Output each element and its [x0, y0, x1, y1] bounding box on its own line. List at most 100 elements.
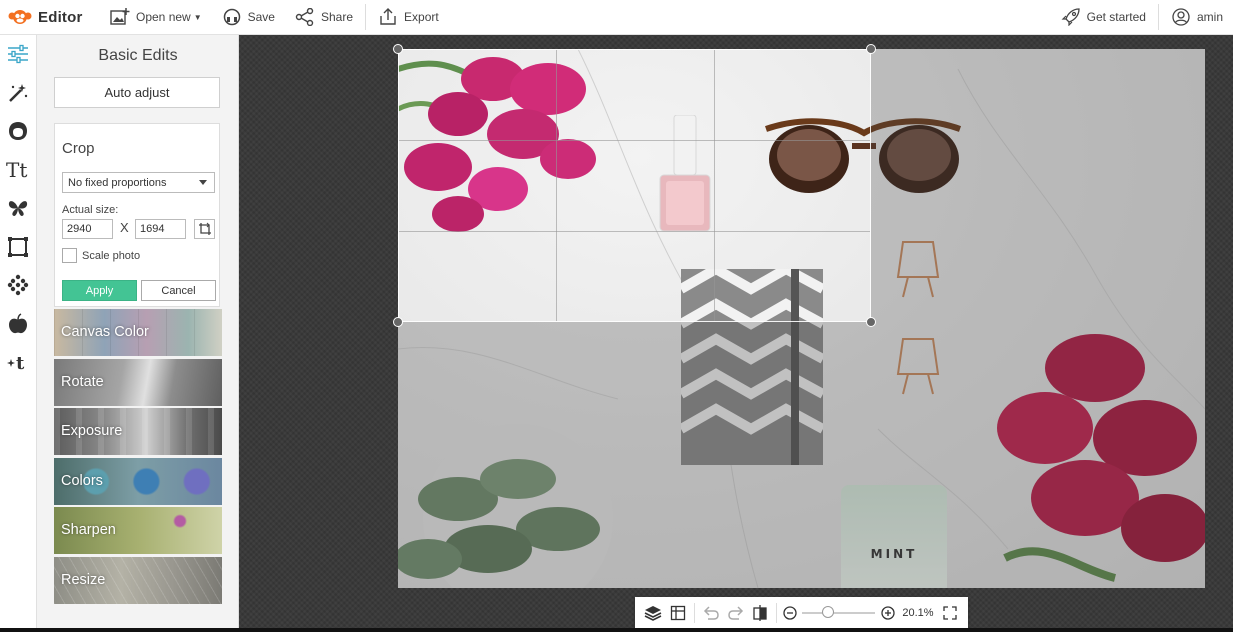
scale-photo-label: Scale photo [82, 250, 141, 262]
auto-adjust-button[interactable]: Auto adjust [54, 77, 220, 108]
tool-tiles: Canvas Color Rotate Exposure Colors Shar… [54, 309, 222, 606]
tool-tile-rotate[interactable]: Rotate [54, 358, 222, 406]
basic-edits-panel: Basic Edits Auto adjust Crop No fixed pr… [37, 35, 239, 632]
tool-tile-exposure[interactable]: Exposure [54, 408, 222, 455]
undo-button[interactable] [699, 600, 723, 626]
proportion-value: No fixed proportions [68, 176, 167, 189]
get-started-label: Get started [1086, 10, 1146, 24]
tool-tile-label: Resize [61, 571, 106, 588]
rail-item-effects[interactable] [0, 74, 36, 113]
redo-icon [727, 606, 743, 620]
chevron-down-icon: ▼ [193, 12, 202, 22]
window-bottom-edge [0, 628, 1233, 632]
crop-dim-overlay [398, 322, 1205, 588]
crop-selection[interactable] [398, 49, 871, 322]
add-image-icon [110, 8, 130, 25]
swap-dimensions-button[interactable] [194, 219, 215, 239]
rocket-icon [1061, 8, 1080, 26]
rail-item-touch-up[interactable] [0, 112, 36, 151]
grid-icon [670, 605, 685, 621]
rail-item-basic-edits[interactable] [0, 35, 36, 74]
tool-tile-label: Exposure [61, 423, 123, 439]
zoom-out-button[interactable] [781, 600, 798, 626]
get-started-button[interactable]: Get started [1051, 0, 1156, 35]
fullscreen-button[interactable] [938, 600, 962, 626]
rail-item-graphics[interactable] [0, 189, 36, 228]
zoom-in-button[interactable] [879, 600, 896, 626]
top-bar: Editor Open new ▼ Save Share Export Get … [0, 0, 1233, 35]
crop-handle-top-left[interactable] [393, 44, 403, 54]
rail-item-frames[interactable] [0, 228, 36, 267]
crop-handle-bottom-left[interactable] [393, 317, 403, 327]
zoom-slider[interactable] [802, 606, 876, 620]
svg-text:Tt: Tt [6, 159, 27, 181]
chevron-down-icon [199, 180, 207, 185]
rail-item-themes[interactable]: t [0, 343, 36, 382]
export-button[interactable]: Export [368, 0, 449, 35]
rail-item-text[interactable]: Tt [0, 151, 36, 190]
fullscreen-icon [943, 606, 957, 620]
scale-photo-checkbox[interactable] [62, 248, 77, 263]
zoom-in-icon [881, 606, 895, 620]
crop-width-input[interactable]: 2940 [62, 219, 113, 239]
zoom-level: 20.1% [902, 607, 934, 619]
apply-button[interactable]: Apply [62, 280, 137, 301]
panel-title: Basic Edits [98, 47, 178, 64]
dimension-separator: X [120, 220, 129, 235]
zoom-slider-track [802, 612, 876, 614]
user-name: amin [1196, 10, 1223, 24]
layers-icon [644, 606, 662, 621]
topbar-right: Get started amin [1051, 0, 1233, 35]
user-menu-button[interactable]: amin [1161, 0, 1233, 35]
effects-icon: t [7, 353, 25, 373]
save-button[interactable]: Save [212, 0, 285, 35]
redo-button[interactable] [723, 600, 747, 626]
crop-grid-line [714, 50, 715, 321]
proportion-select[interactable]: No fixed proportions [62, 172, 215, 193]
zoom-slider-knob[interactable] [822, 606, 835, 618]
grid-button[interactable] [665, 600, 689, 626]
share-label: Share [320, 10, 354, 24]
export-label: Export [404, 10, 439, 24]
brand[interactable]: Editor [0, 8, 100, 26]
tool-tile-label: Sharpen [61, 522, 116, 538]
export-icon [380, 8, 396, 25]
apple-icon [9, 313, 27, 333]
share-icon [295, 8, 314, 26]
user-icon [1172, 8, 1190, 26]
tool-tile-canvas-color[interactable]: Canvas Color [54, 309, 222, 356]
monkey-logo-icon [8, 10, 32, 24]
sliders-icon [8, 45, 28, 64]
undo-icon [704, 606, 719, 620]
crop-dim-overlay [871, 49, 1205, 322]
save-headset-icon [223, 8, 240, 26]
texture-icon [7, 275, 29, 296]
compare-button[interactable] [748, 600, 772, 626]
open-new-label: Open new [136, 10, 191, 24]
actual-size-label: Actual size: [62, 204, 119, 216]
save-label: Save [247, 10, 275, 24]
tool-tile-colors[interactable]: Colors [54, 457, 222, 505]
toolbar-divider [693, 603, 695, 623]
crop-handle-bottom-right[interactable] [866, 317, 876, 327]
canvas-toolbar: 20.1% [635, 597, 968, 629]
tool-tile-resize[interactable]: Resize [54, 556, 222, 604]
tool-tile-label: Colors [61, 472, 103, 489]
crop-grid-line [556, 50, 557, 321]
share-button[interactable]: Share [285, 0, 363, 35]
crop-rotate-icon [198, 222, 211, 235]
crop-title: Crop [62, 140, 95, 157]
toolbar-divider [365, 4, 367, 30]
canvas-workspace[interactable]: MINT 20.1% [239, 35, 1233, 632]
crop-height-input[interactable]: 1694 [135, 219, 186, 239]
rail-item-seasonal[interactable] [0, 305, 36, 344]
layers-button[interactable] [641, 600, 665, 626]
butterfly-icon [8, 201, 28, 217]
crop-grid-line [399, 140, 870, 141]
crop-handle-top-right[interactable] [866, 44, 876, 54]
toolbar-divider [1157, 4, 1159, 30]
open-new-button[interactable]: Open new ▼ [100, 0, 212, 35]
cancel-button[interactable]: Cancel [141, 280, 216, 301]
tool-tile-sharpen[interactable]: Sharpen [54, 507, 222, 554]
rail-item-textures[interactable] [0, 266, 36, 305]
